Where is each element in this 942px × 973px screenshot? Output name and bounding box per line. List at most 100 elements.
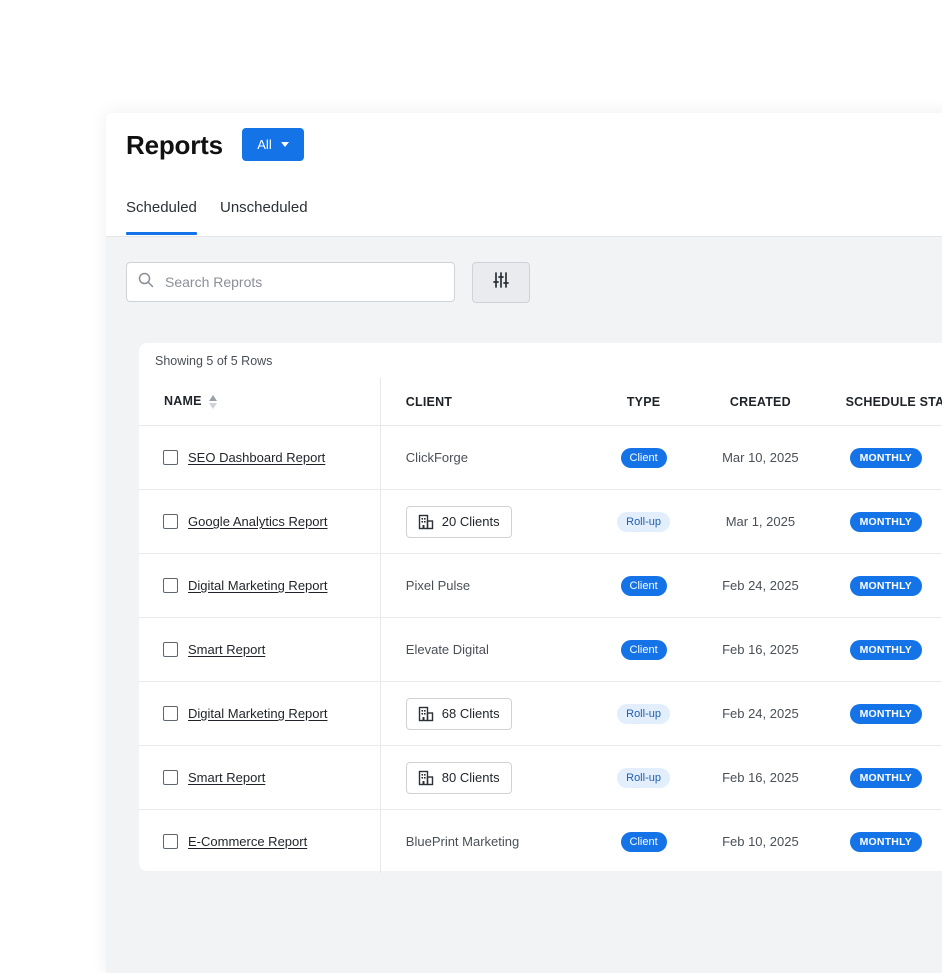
column-header-name[interactable]: NAME xyxy=(139,378,381,426)
type-cell: Roll-up xyxy=(592,681,695,746)
clients-count-label: 68 Clients xyxy=(441,706,500,721)
client-cell: 20 Clients xyxy=(380,489,593,554)
clients-count-chip[interactable]: 68 Clients xyxy=(405,697,512,730)
page-header: Reports All xyxy=(106,113,942,176)
table-row[interactable]: Google Analytics Report 20 Clients Roll-up… xyxy=(139,489,942,554)
filter-settings-button[interactable] xyxy=(472,262,530,303)
filter-dropdown-button[interactable]: All xyxy=(242,128,304,161)
name-cell: Google Analytics Report xyxy=(139,489,381,554)
report-name-link[interactable]: Digital Marketing Report xyxy=(188,706,327,721)
created-cell: Mar 10, 2025 xyxy=(694,425,827,490)
clients-count-label: 80 Clients xyxy=(441,770,500,785)
report-name-link[interactable]: Smart Report xyxy=(188,642,265,657)
schedule-status-badge: MONTHLY xyxy=(849,447,922,468)
created-cell: Feb 16, 2025 xyxy=(694,745,827,810)
client-cell: Pixel Pulse xyxy=(380,553,593,618)
table-row[interactable]: Digital Marketing Report 68 Clients Roll-u… xyxy=(139,681,942,746)
table-row[interactable]: SEO Dashboard Report ClickForge Client Mar … xyxy=(139,425,942,490)
client-cell: 80 Clients xyxy=(380,745,593,810)
type-badge: Client xyxy=(620,447,667,468)
client-name: Elevate Digital xyxy=(405,642,489,657)
row-checkbox[interactable] xyxy=(163,450,178,465)
type-badge: Roll-up xyxy=(617,511,670,532)
schedule-cell: MONTHLY xyxy=(827,810,942,874)
building-icon xyxy=(418,706,434,722)
tab-bar: Scheduled Unscheduled xyxy=(106,175,942,237)
type-cell: Client xyxy=(592,425,695,490)
created-cell: Feb 24, 2025 xyxy=(694,681,827,746)
name-cell: SEO Dashboard Report xyxy=(139,425,381,490)
type-badge: Client xyxy=(620,639,667,660)
row-count-text: Showing 5 of 5 Rows xyxy=(155,354,273,368)
column-header-created: CREATED xyxy=(694,378,827,426)
type-cell: Client xyxy=(592,617,695,682)
type-cell: Client xyxy=(592,553,695,618)
report-name-link[interactable]: Digital Marketing Report xyxy=(188,578,327,593)
reports-panel: Reports All Scheduled Unscheduled Showin… xyxy=(106,113,942,973)
type-cell: Roll-up xyxy=(592,745,695,810)
client-name: Pixel Pulse xyxy=(405,578,471,593)
client-name: ClickForge xyxy=(405,450,468,465)
row-checkbox[interactable] xyxy=(163,770,178,785)
type-badge: Roll-up xyxy=(617,703,670,724)
tab-unscheduled[interactable]: Unscheduled xyxy=(220,199,308,216)
column-header-schedule-status: SCHEDULE STATUS xyxy=(826,378,942,426)
schedule-cell: MONTHLY xyxy=(826,681,942,746)
report-name-link[interactable]: Google Analytics Report xyxy=(188,514,327,529)
table-row[interactable]: Smart Report 80 Clients Roll-up Feb 16, 202… xyxy=(139,745,942,810)
filter-dropdown-label: All xyxy=(257,137,272,152)
table-row[interactable]: Digital Marketing Report Pixel Pulse Clien… xyxy=(139,553,942,618)
page-title: Reports xyxy=(126,130,223,160)
row-checkbox[interactable] xyxy=(163,642,178,657)
search-box xyxy=(126,262,455,302)
client-cell: 68 Clients xyxy=(380,681,593,746)
type-badge: Client xyxy=(620,831,667,852)
schedule-status-badge: MONTHLY xyxy=(849,511,922,532)
schedule-status-badge: MONTHLY xyxy=(849,831,922,852)
client-cell: Elevate Digital xyxy=(380,617,593,682)
table-header-row: NAME CLIENT TYPE CREATED SCHEDULE STATUS xyxy=(139,378,942,426)
schedule-status-badge: MONTHLY xyxy=(849,575,922,596)
caret-down-icon xyxy=(280,142,289,147)
created-cell: Feb 16, 2025 xyxy=(694,617,827,682)
name-cell: Smart Report xyxy=(139,745,381,810)
type-cell: Client xyxy=(593,810,694,874)
reports-table: NAME CLIENT TYPE CREATED SCHEDULE STATUS… xyxy=(139,378,942,873)
schedule-status-badge: MONTHLY xyxy=(849,639,922,660)
row-checkbox[interactable] xyxy=(163,578,178,593)
row-checkbox[interactable] xyxy=(163,514,178,529)
search-icon xyxy=(138,272,154,293)
schedule-cell: MONTHLY xyxy=(826,425,942,490)
clients-count-chip[interactable]: 20 Clients xyxy=(405,505,512,538)
name-cell: Smart Report xyxy=(139,617,381,682)
row-checkbox[interactable] xyxy=(163,706,178,721)
created-cell: Feb 10, 2025 xyxy=(722,834,799,849)
report-name-link[interactable]: Smart Report xyxy=(188,770,265,785)
clients-count-chip[interactable]: 80 Clients xyxy=(405,761,512,794)
type-badge: Roll-up xyxy=(617,767,670,788)
tab-scheduled[interactable]: Scheduled xyxy=(126,199,197,235)
type-cell: Roll-up xyxy=(592,489,695,554)
schedule-cell: MONTHLY xyxy=(826,745,942,810)
name-cell: Digital Marketing Report xyxy=(139,553,381,618)
reports-table-card: Showing 5 of 5 Rows NAME CLIENT TYPE CRE… xyxy=(139,343,942,873)
name-cell: E-Commerce Report xyxy=(139,809,381,873)
sliders-icon xyxy=(492,271,510,294)
table-row[interactable]: Smart Report Elevate Digital Client Feb 16,… xyxy=(139,617,942,682)
client-cell: ClickForge xyxy=(380,425,593,490)
row-checkbox[interactable] xyxy=(163,834,178,849)
name-cell: Digital Marketing Report xyxy=(139,681,381,746)
sort-icon[interactable] xyxy=(208,394,218,409)
report-name-link[interactable]: E-Commerce Report xyxy=(188,834,307,849)
building-icon xyxy=(418,770,434,786)
search-input[interactable] xyxy=(163,273,427,291)
report-name-link[interactable]: SEO Dashboard Report xyxy=(188,450,325,465)
client-cell: BluePrint Marketing xyxy=(380,810,593,874)
schedule-cell: MONTHLY xyxy=(826,617,942,682)
schedule-status-badge: MONTHLY xyxy=(849,703,922,724)
column-header-client: CLIENT xyxy=(380,378,593,426)
table-row[interactable]: E-Commerce Report BluePrint Marketing Clie… xyxy=(139,809,942,874)
column-header-name-label: NAME xyxy=(164,394,202,409)
column-header-type: TYPE xyxy=(592,378,695,426)
client-name: BluePrint Marketing xyxy=(405,834,520,849)
